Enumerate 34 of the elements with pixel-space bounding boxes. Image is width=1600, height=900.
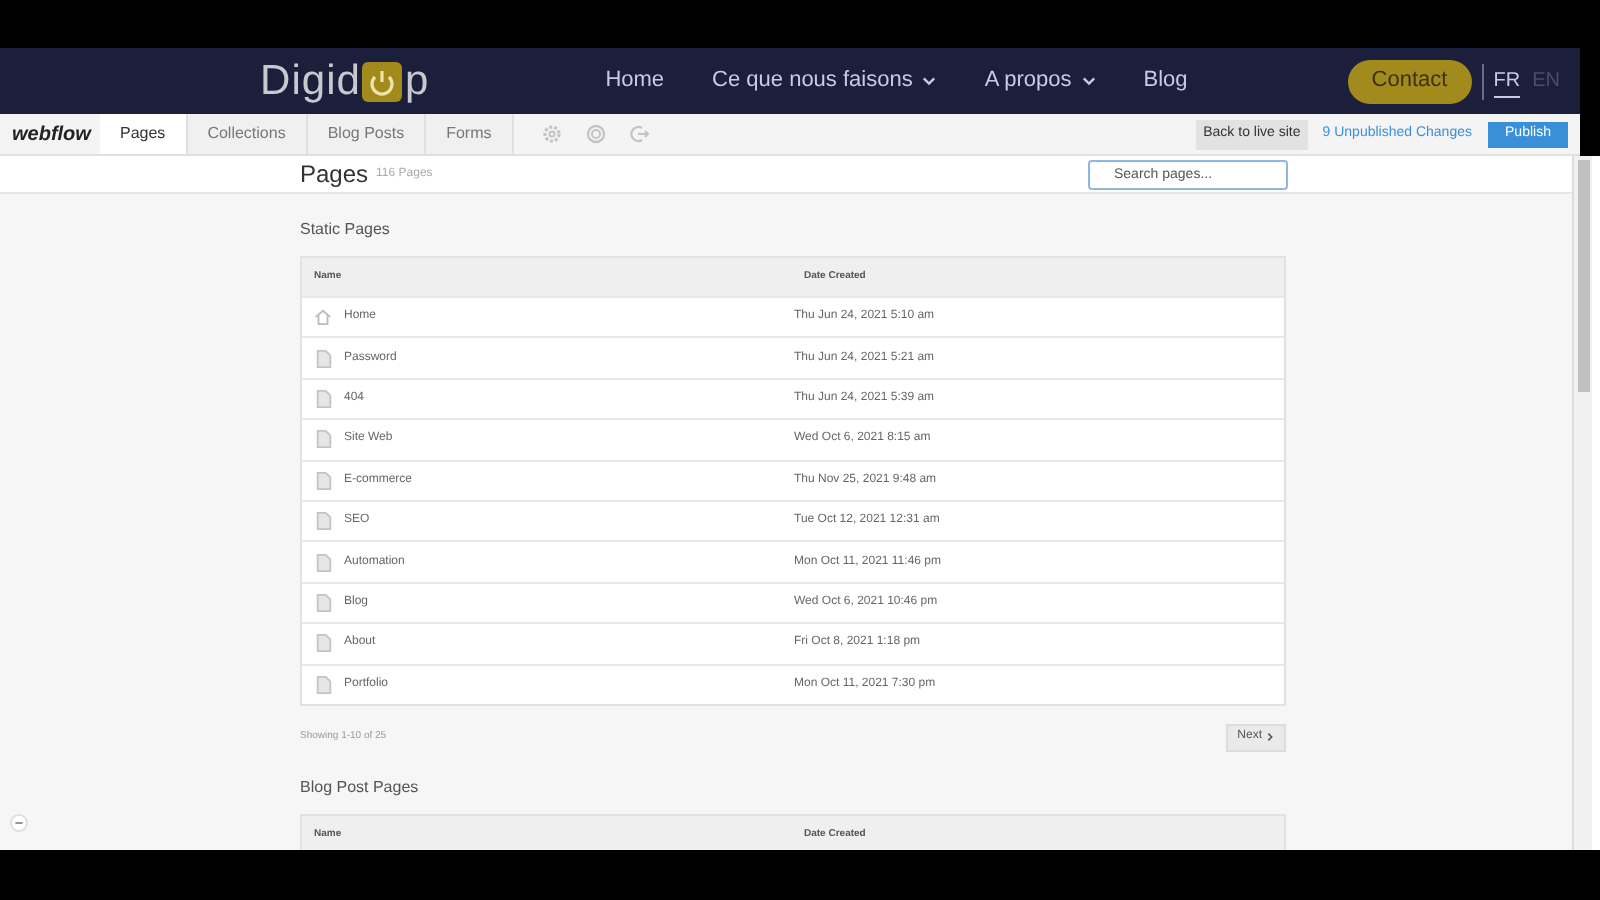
- page-icon: [315, 553, 331, 572]
- contact-button[interactable]: Contact: [1347, 59, 1472, 103]
- chevron-down-icon: [1081, 76, 1096, 86]
- power-icon: [362, 61, 403, 101]
- site-logo[interactable]: Digid p: [260, 49, 430, 113]
- editor-tab[interactable]: Forms: [426, 114, 514, 154]
- page-icon: [315, 634, 331, 653]
- page-icon: [315, 512, 331, 531]
- settings-icon[interactable]: [541, 124, 562, 144]
- minus-icon[interactable]: [10, 814, 28, 832]
- logout-icon[interactable]: [629, 124, 650, 144]
- section-title: Blog Post Pages: [300, 775, 421, 800]
- brand-logo: webflow: [12, 121, 94, 149]
- page-icon: [315, 349, 331, 368]
- language-link[interactable]: FR: [1493, 65, 1521, 97]
- chevron-right-icon: [1266, 732, 1274, 743]
- nav-link[interactable]: Ce que nous faisons: [712, 64, 937, 98]
- page-icon: [315, 471, 331, 490]
- page-icon: [315, 593, 331, 612]
- editor-tab[interactable]: Blog Posts: [307, 114, 427, 154]
- editor-tab[interactable]: Pages: [100, 114, 188, 154]
- home-icon: [314, 308, 332, 327]
- nav-link[interactable]: A propos: [984, 64, 1096, 98]
- chevron-down-icon: [922, 76, 937, 86]
- section-title: Static Pages: [300, 218, 392, 242]
- ring-icon[interactable]: [585, 124, 606, 144]
- page-icon: [315, 389, 331, 408]
- nav-link[interactable]: Home: [605, 64, 665, 98]
- nav-link[interactable]: Blog: [1143, 64, 1188, 98]
- editor-tab[interactable]: Collections: [187, 114, 308, 154]
- page-icon: [315, 430, 331, 449]
- scrollbar[interactable]: [1572, 156, 1592, 850]
- page-title: Pages: [300, 158, 369, 192]
- page-icon: [315, 675, 331, 694]
